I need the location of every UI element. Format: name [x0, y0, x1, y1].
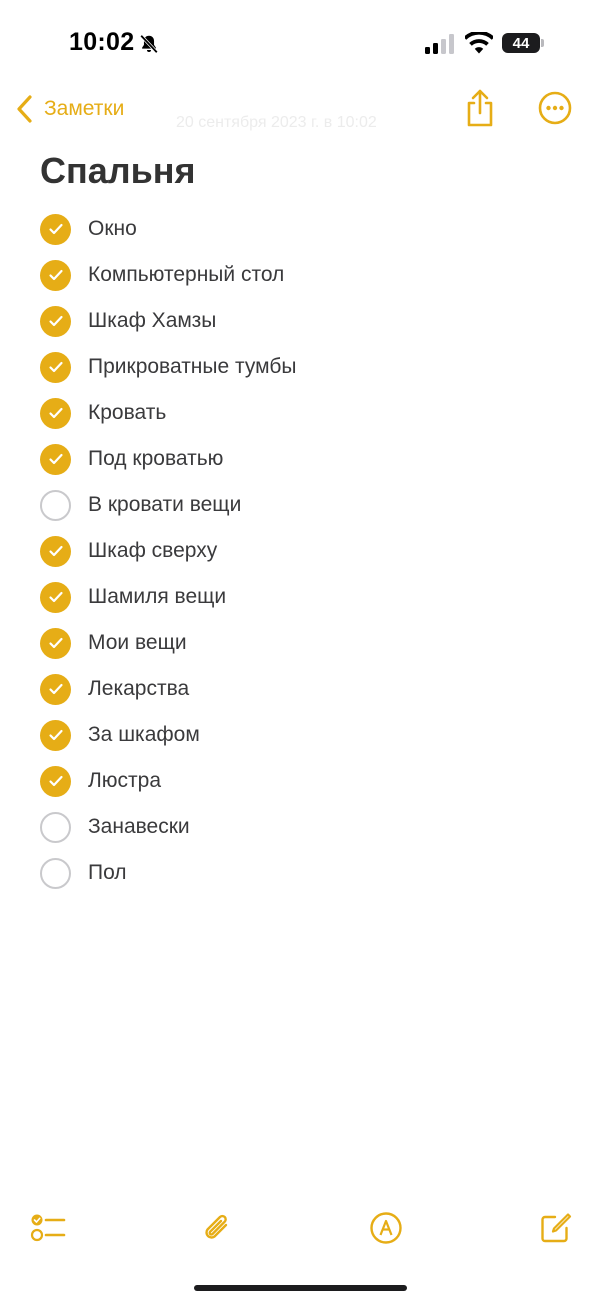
battery-icon: 44: [502, 33, 540, 53]
markup-pen-icon[interactable]: [368, 1210, 404, 1246]
checklist-item-label[interactable]: Занавески: [88, 815, 190, 839]
checklist-item-label[interactable]: Шкаф сверху: [88, 539, 217, 563]
chevron-left-icon: [17, 95, 32, 123]
checkmark-icon: [48, 269, 63, 281]
checklist-item-label[interactable]: Кровать: [88, 401, 166, 425]
checklist-item: Лекарства: [40, 666, 560, 712]
cellular-signal-icon: [425, 34, 454, 54]
checklist-item: Мои вещи: [40, 620, 560, 666]
checkbox-checked[interactable]: [40, 627, 71, 659]
checkbox-unchecked[interactable]: [40, 857, 71, 889]
checklist-item-label[interactable]: Прикроватные тумбы: [88, 355, 296, 379]
checkmark-icon: [48, 223, 63, 235]
checklist-item-label[interactable]: Компьютерный стол: [88, 263, 284, 287]
checklist-item: В кровати вещи: [40, 482, 560, 528]
checkbox-checked[interactable]: [40, 765, 71, 797]
checklist-item: Шкаф Хамзы: [40, 298, 560, 344]
checkbox-checked[interactable]: [40, 719, 71, 751]
note-title[interactable]: Спальня: [40, 150, 196, 192]
checklist-item-label[interactable]: Окно: [88, 217, 137, 241]
battery-cap: [541, 39, 544, 47]
checklist-item: За шкафом: [40, 712, 560, 758]
checklist-item: Прикроватные тумбы: [40, 344, 560, 390]
checklist-item: Шамиля вещи: [40, 574, 560, 620]
checklist-item: Занавески: [40, 804, 560, 850]
checkbox-unchecked[interactable]: [40, 489, 71, 521]
checklist-item: Под кроватью: [40, 436, 560, 482]
bell-slash-icon: [140, 34, 158, 54]
checkbox-checked[interactable]: [40, 213, 71, 245]
bottom-toolbar: [0, 1200, 600, 1254]
status-time: 10:02: [69, 28, 135, 56]
checklist: Окно Компьютерный стол Шкаф Хамзы Прикро…: [40, 206, 560, 896]
navigation-bar: Заметки 20 сентября 2023 г. в 10:02: [0, 84, 600, 134]
share-icon[interactable]: [463, 88, 497, 128]
checklist-item: Окно: [40, 206, 560, 252]
checkmark-icon: [48, 637, 63, 649]
checklist-item-label[interactable]: Под кроватью: [88, 447, 223, 471]
checklist-icon[interactable]: [30, 1210, 66, 1246]
checkbox-checked[interactable]: [40, 351, 71, 383]
checklist-item-label[interactable]: Люстра: [88, 769, 161, 793]
checkmark-icon: [48, 315, 63, 327]
checkmark-icon: [48, 775, 63, 787]
checkbox-checked[interactable]: [40, 581, 71, 613]
wifi-icon: [465, 32, 493, 54]
more-icon[interactable]: [537, 90, 573, 126]
home-indicator[interactable]: [194, 1285, 407, 1291]
checkmark-icon: [48, 591, 63, 603]
checkbox-checked[interactable]: [40, 673, 71, 705]
back-button[interactable]: Заметки: [14, 90, 124, 128]
battery-level: 44: [512, 34, 530, 52]
checklist-item-label[interactable]: Шамиля вещи: [88, 585, 226, 609]
checkmark-icon: [48, 361, 63, 373]
checklist-item: Пол: [40, 850, 560, 896]
checkmark-icon: [48, 683, 63, 695]
checkmark-icon: [48, 407, 63, 419]
checkbox-checked[interactable]: [40, 397, 71, 429]
checklist-item-label[interactable]: Шкаф Хамзы: [88, 309, 216, 333]
checkbox-checked[interactable]: [40, 305, 71, 337]
checklist-item-label[interactable]: За шкафом: [88, 723, 200, 747]
checklist-item-label[interactable]: Пол: [88, 861, 127, 885]
checkmark-icon: [48, 453, 63, 465]
checklist-item: Люстра: [40, 758, 560, 804]
checklist-item-label[interactable]: В кровати вещи: [88, 493, 241, 517]
compose-icon[interactable]: [537, 1210, 573, 1246]
checkbox-checked[interactable]: [40, 535, 71, 567]
notes-screen: 10:02 44 Заметки 20 сентября 2023 г. в 1…: [0, 0, 600, 1303]
checkbox-checked[interactable]: [40, 443, 71, 475]
checkbox-unchecked[interactable]: [40, 811, 71, 843]
checklist-item: Шкаф сверху: [40, 528, 560, 574]
checkmark-icon: [48, 729, 63, 741]
checklist-item-label[interactable]: Мои вещи: [88, 631, 187, 655]
checkbox-checked[interactable]: [40, 259, 71, 291]
checklist-item-label[interactable]: Лекарства: [88, 677, 189, 701]
back-button-label: Заметки: [44, 97, 125, 120]
checkmark-icon: [48, 545, 63, 557]
status-bar: 10:02 44: [0, 0, 600, 88]
note-date-subtitle: 20 сентября 2023 г. в 10:02: [176, 114, 377, 131]
checklist-item: Компьютерный стол: [40, 252, 560, 298]
paperclip-icon[interactable]: [199, 1210, 235, 1246]
checklist-item: Кровать: [40, 390, 560, 436]
